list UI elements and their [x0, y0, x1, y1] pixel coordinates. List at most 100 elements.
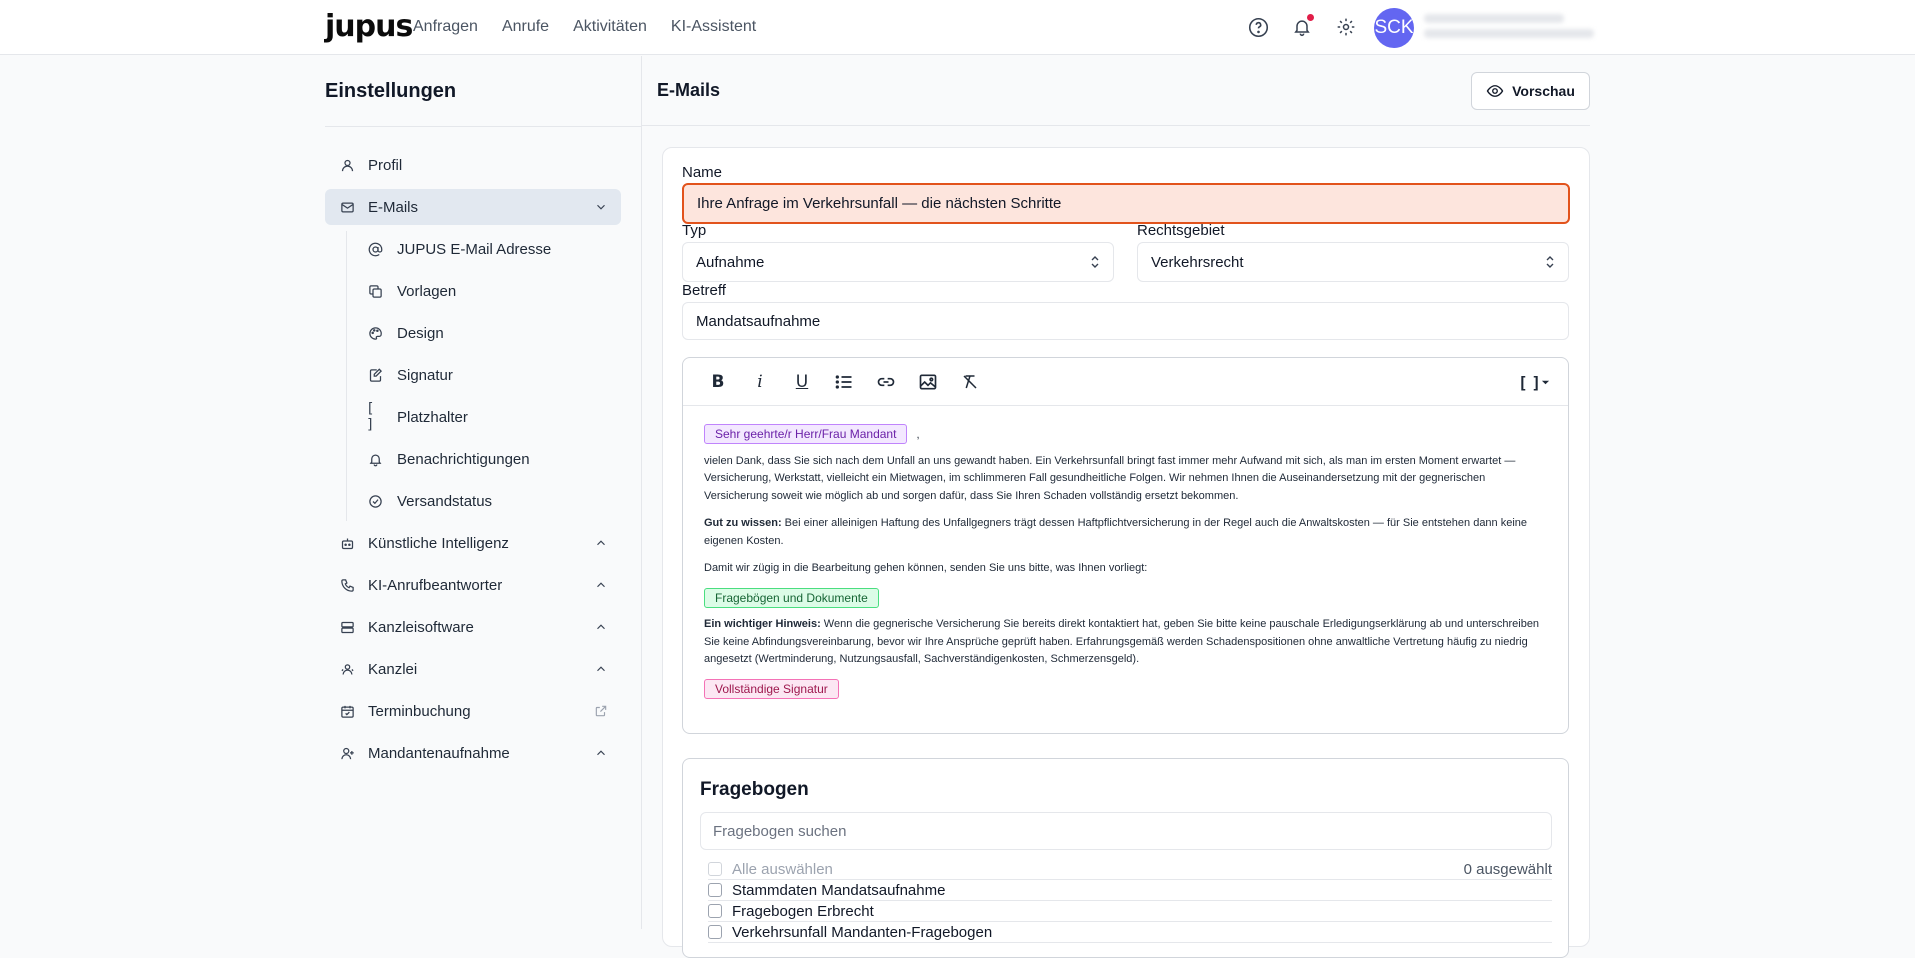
- fragebogen-checkbox[interactable]: [708, 883, 722, 897]
- nav-aktivitaeten[interactable]: Aktivitäten: [573, 18, 647, 36]
- user-icon: [338, 156, 356, 174]
- paragraph-2-text: Bei einer alleinigen Haftung des Unfallg…: [704, 517, 1528, 547]
- clear-formatting-icon[interactable]: [957, 369, 983, 395]
- main-nav: Anfragen Anrufe Aktivitäten KI-Assistent: [413, 18, 756, 36]
- paragraph-1: vielen Dank, dass Sie sich nach dem Unfa…: [704, 454, 1516, 502]
- name-input[interactable]: Ihre Anfrage im Verkehrsunfall — die näc…: [682, 183, 1570, 224]
- user-plus-icon: [338, 744, 356, 762]
- area-select[interactable]: Verkehrsrecht: [1137, 242, 1569, 282]
- sidebar-item-label: E-Mails: [368, 198, 419, 216]
- sidebar-subitem-vorlagen[interactable]: Vorlagen: [353, 273, 621, 309]
- preview-button-label: Vorschau: [1512, 83, 1575, 99]
- sidebar-item-ki-anrufbeantworter[interactable]: KI-Anrufbeantworter: [325, 567, 621, 603]
- placeholder-menu-label: [ ]: [1518, 372, 1541, 392]
- fragebogen-item-label: Stammdaten Mandatsaufnahme: [732, 881, 946, 899]
- phone-icon: [338, 576, 356, 594]
- sidebar-subitem-platzhalter[interactable]: [ ] Platzhalter: [353, 399, 621, 435]
- help-icon[interactable]: [1245, 14, 1271, 40]
- sidebar-subitem-label: Signatur: [397, 366, 453, 384]
- chevron-up-icon: [597, 750, 605, 756]
- italic-button[interactable]: i: [747, 369, 773, 395]
- calendar-icon: [338, 702, 356, 720]
- select-all-checkbox[interactable]: [708, 862, 722, 876]
- sidebar-subitem-versandstatus[interactable]: Versandstatus: [353, 483, 621, 519]
- sidebar-item-mandantenaufnahme[interactable]: Mandantenaufnahme: [325, 735, 621, 771]
- caret-down-icon: [1541, 380, 1550, 384]
- sidebar-subitem-signatur[interactable]: Signatur: [353, 357, 621, 393]
- notification-bell-icon[interactable]: [1289, 14, 1315, 40]
- paragraph-4-bold: Ein wichtiger Hinweis:: [704, 618, 821, 630]
- sidebar-subitem-label: Design: [397, 324, 444, 342]
- bold-button[interactable]: B: [705, 369, 731, 395]
- fragebogen-checkbox[interactable]: [708, 925, 722, 939]
- sidebar-subitem-design[interactable]: Design: [353, 315, 621, 351]
- preview-button[interactable]: Vorschau: [1471, 72, 1590, 110]
- settings-gear-icon[interactable]: [1333, 14, 1359, 40]
- fragebogen-section: Fragebogen Fragebogen suchen Alle auswäh…: [682, 758, 1569, 958]
- fragebogen-item[interactable]: Fragebogen Erbrecht: [708, 901, 1552, 922]
- image-icon[interactable]: [915, 369, 941, 395]
- name-label: Name: [682, 164, 723, 181]
- main-divider: [642, 125, 1590, 126]
- editor-toolbar: B i U [ ]: [683, 358, 1568, 406]
- bullet-list-icon[interactable]: [831, 369, 857, 395]
- type-select[interactable]: Aufnahme: [682, 242, 1114, 282]
- at-icon: [366, 240, 384, 258]
- subject-input[interactable]: Mandatsaufnahme: [682, 302, 1569, 340]
- paragraph-2: Gut zu wissen: Bei einer alleinigen Haft…: [704, 515, 1549, 550]
- select-all-row[interactable]: Alle auswählen 0 ausgewählt: [708, 859, 1552, 880]
- sidebar-item-kuenstliche-intelligenz[interactable]: Künstliche Intelligenz: [325, 525, 621, 561]
- nav-ki-assistent[interactable]: KI-Assistent: [671, 18, 756, 36]
- bell-icon: [366, 450, 384, 468]
- fragebogen-checkbox[interactable]: [708, 904, 722, 918]
- fragebogen-item[interactable]: Verkehrsunfall Mandanten-Fragebogen: [708, 922, 1552, 943]
- mail-icon: [338, 198, 356, 216]
- palette-icon: [366, 324, 384, 342]
- server-icon: [338, 618, 356, 636]
- external-link-icon: [595, 705, 607, 717]
- fragebogen-search-input[interactable]: Fragebogen suchen: [700, 812, 1552, 850]
- editor-content[interactable]: Sehr geehrte/r Herr/Frau Mandant , viele…: [704, 424, 1549, 709]
- sidebar-item-kanzlei[interactable]: Kanzlei: [325, 651, 621, 687]
- sidebar-subitem-label: Benachrichtigungen: [397, 450, 530, 468]
- paragraph-3: Damit wir zügig in die Bearbeitung gehen…: [704, 562, 1148, 574]
- submenu-line: [346, 231, 347, 521]
- nav-anrufe[interactable]: Anrufe: [502, 18, 549, 36]
- underline-button[interactable]: U: [789, 369, 815, 395]
- check-circle-icon: [366, 492, 384, 510]
- sidebar-item-profil[interactable]: Profil: [325, 147, 621, 183]
- app-logo[interactable]: jupus: [325, 9, 413, 44]
- sidebar-subitem-label: Vorlagen: [397, 282, 457, 300]
- sidebar-item-label: Mandantenaufnahme: [368, 744, 510, 762]
- fragebogen-item-label: Fragebogen Erbrecht: [732, 902, 874, 920]
- sidebar-title: Einstellungen: [325, 80, 457, 102]
- chevron-up-icon: [597, 540, 605, 546]
- fragebogen-item[interactable]: Stammdaten Mandatsaufnahme: [708, 880, 1552, 901]
- user-avatar[interactable]: SCK: [1374, 8, 1414, 48]
- salutation-suffix: ,: [916, 429, 920, 441]
- users-icon: [338, 660, 356, 678]
- sidebar-subitem-benachrichtigungen[interactable]: Benachrichtigungen: [353, 441, 621, 477]
- page-title: E-Mails: [657, 80, 721, 100]
- nav-anfragen[interactable]: Anfragen: [413, 18, 478, 36]
- sidebar-subitem-jupus-email[interactable]: JUPUS E-Mail Adresse: [353, 231, 621, 267]
- subject-label: Betreff: [682, 282, 726, 299]
- user-info-blurred[interactable]: [1424, 14, 1594, 44]
- robot-icon: [338, 534, 356, 552]
- placeholder-menu-button[interactable]: [ ]: [1516, 369, 1552, 395]
- sidebar-item-kanzleisoftware[interactable]: Kanzleisoftware: [325, 609, 621, 645]
- signature-icon: [366, 366, 384, 384]
- link-icon[interactable]: [873, 369, 899, 395]
- placeholder-chip-salutation[interactable]: Sehr geehrte/r Herr/Frau Mandant: [704, 424, 908, 444]
- paragraph-4-text: Wenn die gegnerische Versicherung Sie be…: [704, 618, 1540, 665]
- sidebar-item-label: Profil: [368, 156, 403, 174]
- type-label: Typ: [682, 222, 707, 239]
- rich-text-editor[interactable]: B i U [ ] Sehr geehrte/r Herr/Frau Manda…: [682, 357, 1569, 734]
- placeholder-chip-signature[interactable]: Vollständige Signatur: [704, 678, 839, 699]
- sidebar-divider: [325, 126, 642, 127]
- sidebar-item-label: Künstliche Intelligenz: [368, 534, 509, 552]
- sidebar-item-label: KI-Anrufbeantworter: [368, 576, 503, 594]
- sidebar-item-emails[interactable]: E-Mails: [325, 189, 621, 225]
- placeholder-chip-documents[interactable]: Fragebögen und Dokumente: [704, 587, 879, 608]
- sidebar-item-terminbuchung[interactable]: Terminbuchung: [325, 693, 621, 729]
